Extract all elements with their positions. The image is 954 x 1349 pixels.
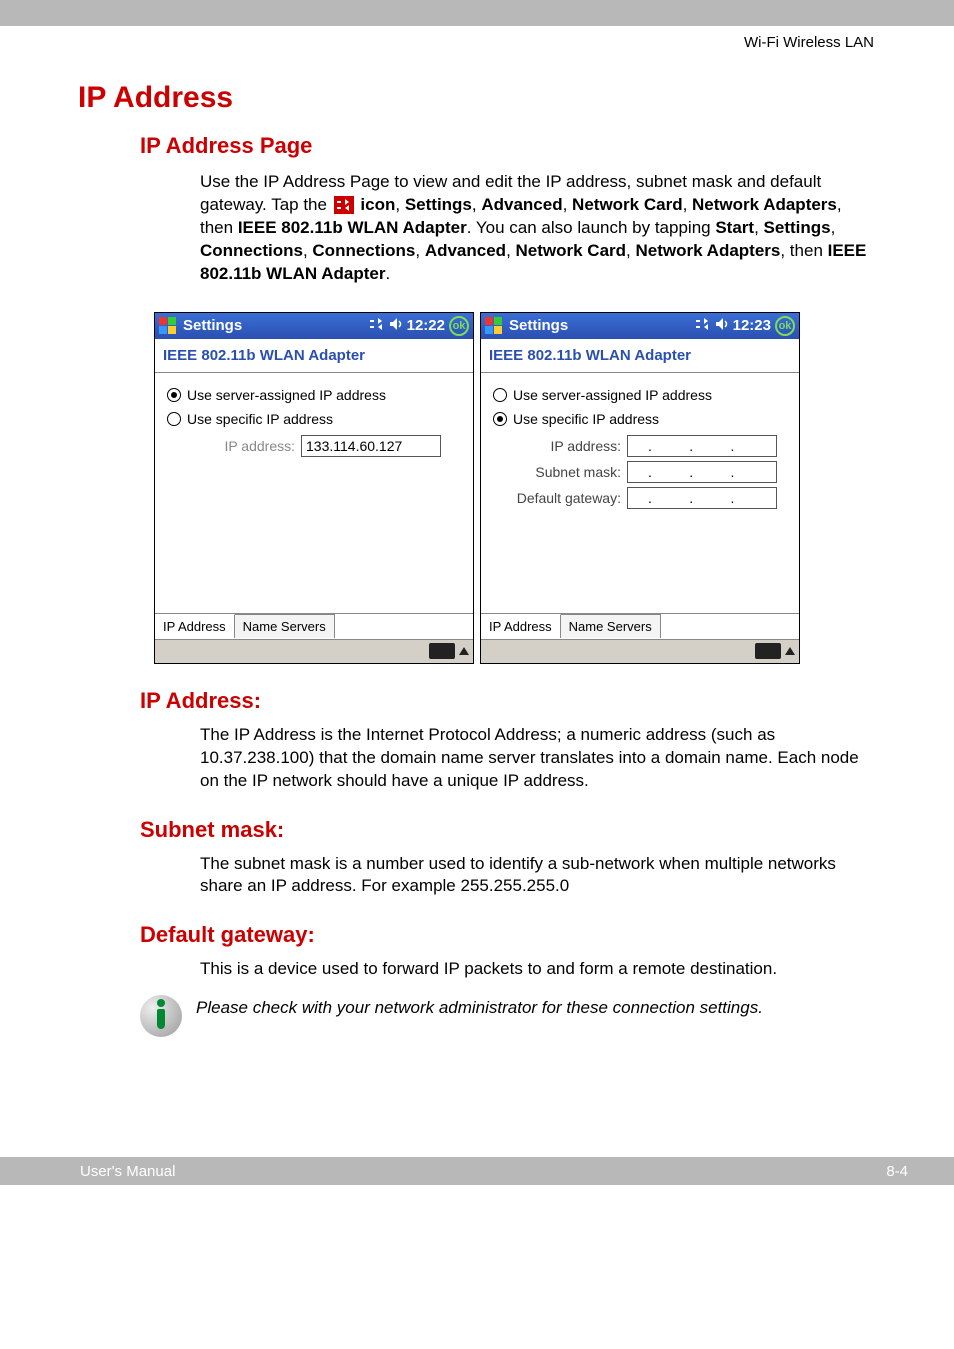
up-arrow-icon[interactable] [785, 647, 795, 655]
radio-server-assigned[interactable]: Use server-assigned IP address [167, 387, 463, 403]
section-heading-subnet-mask: Subnet mask: [140, 817, 876, 843]
screenshot-right: Settings 12:23 ok IEEE 802.11b WLAN Adap… [480, 312, 800, 664]
section-body-subnet-mask: The subnet mask is a number used to iden… [200, 853, 868, 899]
page-content: IP Address IP Address Page Use the IP Ad… [0, 81, 954, 1037]
window-title-bar-left: Settings 12:22 ok [155, 313, 473, 339]
top-bar [0, 0, 954, 26]
form-area-right: Use server-assigned IP address Use speci… [481, 373, 799, 613]
intro-bold-connections2: Connections [312, 241, 415, 260]
intro-bold-adapter: IEEE 802.11b WLAN Adapter [238, 218, 467, 237]
subnet-mask-input[interactable] [627, 461, 777, 483]
tab-ip-address[interactable]: IP Address [155, 614, 235, 638]
connection-icon [334, 196, 354, 214]
screenshot-left: Settings 12:22 ok IEEE 802.11b WLAN Adap… [154, 312, 474, 664]
clock-text: 12:23 [733, 317, 771, 334]
intro-bold-start: Start [715, 218, 754, 237]
radio-server-label: Use server-assigned IP address [187, 387, 386, 403]
speaker-icon[interactable] [715, 317, 729, 335]
intro-bold-network-card2: Network Card [516, 241, 627, 260]
ip-address-label: IP address: [165, 438, 295, 454]
window-title-text: Settings [183, 317, 242, 334]
note-text: Please check with your network administr… [196, 995, 763, 1020]
bottom-bar-left [155, 639, 473, 663]
ip-address-label: IP address: [491, 438, 621, 454]
page-title-h1: IP Address [78, 81, 876, 115]
subnet-mask-label: Subnet mask: [491, 464, 621, 480]
tabs-row-right: IP Address Name Servers [481, 613, 799, 639]
keyboard-icon[interactable] [755, 643, 781, 659]
ip-address-row: IP address: [491, 435, 789, 457]
ip-address-input[interactable] [301, 435, 441, 457]
window-title-text: Settings [509, 317, 568, 334]
clock-text: 12:22 [407, 317, 445, 334]
ip-address-input[interactable] [627, 435, 777, 457]
intro-paragraph: Use the IP Address Page to view and edit… [200, 171, 868, 286]
windows-flag-icon[interactable] [159, 317, 177, 335]
intro-bold-settings: Settings [405, 195, 472, 214]
connectivity-icon[interactable] [695, 317, 711, 335]
default-gateway-input[interactable] [627, 487, 777, 509]
tab-ip-address[interactable]: IP Address [481, 614, 561, 638]
tabs-row-left: IP Address Name Servers [155, 613, 473, 639]
ok-button[interactable]: ok [449, 316, 469, 336]
default-gateway-row: Default gateway: [491, 487, 789, 509]
screenshot-row: Settings 12:22 ok IEEE 802.11b WLAN Adap… [78, 312, 876, 664]
adapter-page-title: IEEE 802.11b WLAN Adapter [155, 339, 473, 373]
section-body-ip-address: The IP Address is the Internet Protocol … [200, 724, 868, 793]
subheading-ip-address-page: IP Address Page [140, 133, 876, 159]
section-body-default-gateway: This is a device used to forward IP pack… [200, 958, 868, 981]
bottom-bar-right [481, 639, 799, 663]
section-heading-ip-address: IP Address: [140, 688, 876, 714]
intro-bold-network-card: Network Card [572, 195, 683, 214]
ip-address-row: IP address: [165, 435, 463, 457]
radio-unselected-icon [167, 412, 181, 426]
tab-name-servers[interactable]: Name Servers [561, 614, 661, 638]
intro-bold-advanced: Advanced [481, 195, 562, 214]
radio-selected-icon [493, 412, 507, 426]
intro-bold-icon: icon [360, 195, 395, 214]
radio-selected-icon [167, 388, 181, 402]
intro-bold-connections: Connections [200, 241, 303, 260]
system-tray: 12:22 ok [369, 316, 469, 336]
adapter-page-title: IEEE 802.11b WLAN Adapter [481, 339, 799, 373]
radio-specific-label: Use specific IP address [187, 411, 333, 427]
subnet-mask-row: Subnet mask: [491, 461, 789, 483]
info-icon [140, 995, 182, 1037]
footer-page-number: 8-4 [886, 1163, 908, 1180]
note-row: Please check with your network administr… [140, 995, 876, 1037]
connectivity-icon[interactable] [369, 317, 385, 335]
radio-unselected-icon [493, 388, 507, 402]
window-title-bar-right: Settings 12:23 ok [481, 313, 799, 339]
keyboard-icon[interactable] [429, 643, 455, 659]
intro-bold-network-adapters: Network Adapters [692, 195, 837, 214]
up-arrow-icon[interactable] [459, 647, 469, 655]
header-section-label: Wi-Fi Wireless LAN [0, 26, 954, 51]
radio-server-assigned[interactable]: Use server-assigned IP address [493, 387, 789, 403]
intro-bold-settings2: Settings [764, 218, 831, 237]
page-footer: User's Manual 8-4 [0, 1157, 954, 1185]
footer-left: User's Manual [80, 1163, 175, 1180]
intro-bold-network-adapters2: Network Adapters [636, 241, 781, 260]
radio-server-label: Use server-assigned IP address [513, 387, 712, 403]
section-heading-default-gateway: Default gateway: [140, 922, 876, 948]
system-tray: 12:23 ok [695, 316, 795, 336]
radio-specific-label: Use specific IP address [513, 411, 659, 427]
default-gateway-label: Default gateway: [491, 490, 621, 506]
ok-button[interactable]: ok [775, 316, 795, 336]
speaker-icon[interactable] [389, 317, 403, 335]
windows-flag-icon[interactable] [485, 317, 503, 335]
radio-specific[interactable]: Use specific IP address [493, 411, 789, 427]
form-area-left: Use server-assigned IP address Use speci… [155, 373, 473, 613]
intro-bold-advanced2: Advanced [425, 241, 506, 260]
tab-name-servers[interactable]: Name Servers [235, 614, 335, 638]
radio-specific[interactable]: Use specific IP address [167, 411, 463, 427]
